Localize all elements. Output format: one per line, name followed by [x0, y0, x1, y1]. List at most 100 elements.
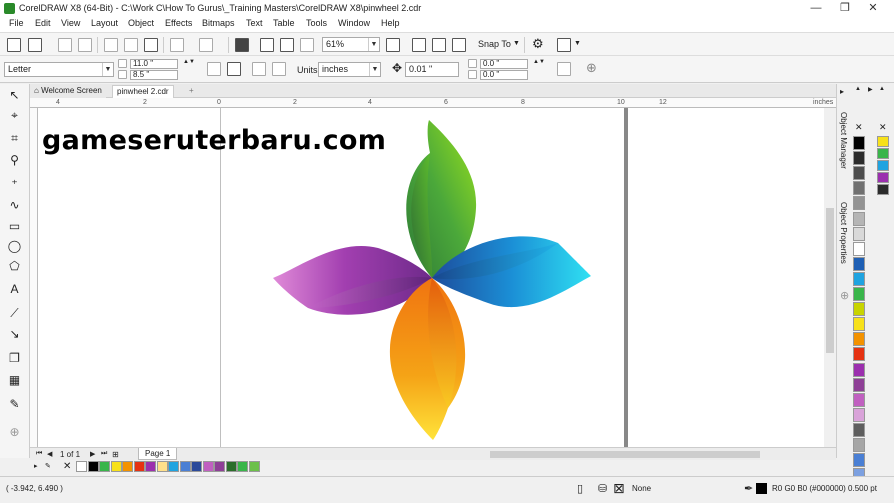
save-icon[interactable] [58, 38, 72, 52]
palette-swatch[interactable] [853, 362, 865, 377]
add-docker-icon[interactable]: ⊕ [840, 289, 849, 302]
palette-swatch[interactable] [853, 166, 865, 181]
zoom-tool-icon[interactable]: ⚲ [7, 153, 22, 168]
corel-connect-icon[interactable] [235, 38, 249, 52]
current-page-icon[interactable] [272, 62, 286, 76]
no-color-icon[interactable]: ✕ [63, 461, 71, 472]
palette-swatch[interactable] [877, 184, 889, 195]
tab-pinwheel[interactable]: pinwheel 2.cdr [112, 85, 174, 98]
palette-swatch[interactable] [853, 226, 865, 241]
vertical-ruler[interactable] [30, 108, 38, 447]
artistic-media-icon[interactable]: ∿ [7, 198, 22, 213]
fill-bucket-icon[interactable]: ⛁ [598, 482, 607, 495]
no-color-icon[interactable]: ✕ [879, 122, 887, 133]
menu-text[interactable]: Text [246, 18, 263, 28]
paste-icon[interactable] [144, 38, 158, 52]
redo-icon[interactable] [199, 38, 213, 52]
tab-welcome-screen[interactable]: ⌂ Welcome Screen [30, 85, 106, 98]
object-manager-tab[interactable]: Object Manager [839, 112, 848, 169]
palette-scroll-up-icon[interactable]: ▲ [855, 86, 861, 92]
palette-swatch[interactable] [853, 422, 865, 437]
palette-swatch[interactable] [237, 461, 248, 472]
spinner-arrows-icon[interactable]: ▲▼ [533, 59, 545, 65]
duplicate-y-field[interactable]: 0.0 " [480, 70, 528, 80]
portrait-icon[interactable] [207, 62, 221, 76]
palette-swatch[interactable] [225, 461, 237, 472]
page-width-field[interactable]: 11.0 " [130, 59, 178, 69]
last-page-icon[interactable]: ⏭ [101, 450, 107, 458]
palette-swatch[interactable] [853, 271, 865, 286]
show-rulers-icon[interactable] [412, 38, 426, 52]
application-launcher-icon[interactable] [557, 38, 571, 52]
show-grid-icon[interactable] [432, 38, 446, 52]
palette-swatch[interactable] [145, 461, 156, 472]
palette-swatch[interactable] [156, 461, 168, 472]
nudge-distance-field[interactable]: 0.01 " [405, 62, 459, 77]
menu-effects[interactable]: Effects [165, 18, 192, 28]
landscape-icon[interactable] [227, 62, 241, 76]
vertical-scrollbar[interactable] [824, 108, 836, 447]
shape-tool-icon[interactable]: ⌖ [7, 108, 22, 123]
palette-swatch[interactable] [853, 196, 865, 211]
palette-swatch[interactable] [853, 317, 865, 332]
palette-swatch[interactable] [87, 461, 99, 472]
add-tool-icon[interactable]: ⊕ [7, 425, 22, 440]
drawing-canvas[interactable]: gameseruterbaru.com [38, 108, 824, 447]
publish-pdf-icon[interactable] [300, 38, 314, 52]
palette-swatch[interactable] [853, 392, 865, 407]
menu-file[interactable]: File [9, 18, 24, 28]
palette-swatch[interactable] [853, 241, 865, 256]
menu-layout[interactable]: Layout [91, 18, 118, 28]
eyedropper-palette-icon[interactable]: ✎ [45, 462, 51, 470]
menu-object[interactable]: Object [128, 18, 154, 28]
import-icon[interactable] [260, 38, 274, 52]
page-border-icon[interactable] [557, 62, 571, 76]
next-page-icon[interactable]: ▶ [90, 450, 95, 458]
palette-swatch[interactable] [853, 438, 865, 452]
all-pages-icon[interactable] [252, 62, 266, 76]
palette-swatch[interactable] [853, 453, 865, 468]
menu-edit[interactable]: Edit [35, 18, 51, 28]
freehand-tool-icon[interactable]: ⁺ [7, 177, 22, 192]
palette-swatch[interactable] [179, 461, 191, 472]
undo-icon[interactable] [170, 38, 184, 52]
add-tab-button[interactable]: + [185, 85, 198, 98]
palette-swatch[interactable] [122, 461, 133, 472]
no-color-icon[interactable]: ✕ [855, 122, 863, 133]
transparency-icon[interactable]: ▦ [7, 373, 22, 388]
palette-swatch[interactable] [853, 407, 865, 422]
palette-swatch[interactable] [853, 302, 865, 317]
palette-swatch[interactable] [168, 461, 179, 472]
palette-scroll-up-icon[interactable]: ▲ [879, 86, 885, 92]
page-height-field[interactable]: 8.5 " [130, 70, 178, 80]
horizontal-scroll-thumb[interactable] [490, 451, 760, 458]
close-button[interactable]: ✕ [860, 0, 886, 17]
copy-icon[interactable] [124, 38, 138, 52]
rectangle-tool-icon[interactable]: ▭ [7, 219, 22, 234]
first-page-icon[interactable]: ⏮ [36, 450, 42, 458]
vertical-scroll-thumb[interactable] [826, 208, 834, 353]
palette-swatch[interactable] [214, 461, 225, 472]
palette-swatch[interactable] [853, 151, 865, 166]
prev-page-icon[interactable]: ◀ [47, 450, 52, 458]
palette-options-icon[interactable]: ▶ [868, 86, 873, 93]
chevron-right-icon[interactable]: ▸ [840, 87, 844, 96]
palette-swatch[interactable] [853, 287, 865, 301]
palette-swatch[interactable] [99, 461, 110, 472]
palette-swatch[interactable] [877, 172, 889, 183]
full-screen-preview-icon[interactable] [386, 38, 400, 52]
parallel-dimension-icon[interactable]: ⟋ [7, 306, 22, 321]
palette-swatch[interactable] [76, 461, 87, 472]
palette-swatch[interactable] [853, 181, 865, 196]
menu-help[interactable]: Help [381, 18, 400, 28]
page-size-combo[interactable]: Letter ▼ [4, 62, 114, 77]
palette-swatch[interactable] [202, 461, 214, 472]
add-page-icon[interactable]: ⊞ [112, 450, 119, 459]
ellipse-tool-icon[interactable]: ◯ [7, 239, 22, 254]
crop-tool-icon[interactable]: ⌗ [7, 131, 22, 146]
text-tool-icon[interactable]: A [7, 282, 22, 297]
horizontal-ruler[interactable]: 4 2 0 2 4 6 8 10 12 inches [30, 98, 836, 108]
connector-tool-icon[interactable]: ↘ [7, 327, 22, 342]
minimize-button[interactable]: — [803, 0, 829, 17]
palette-swatch[interactable] [877, 136, 889, 147]
